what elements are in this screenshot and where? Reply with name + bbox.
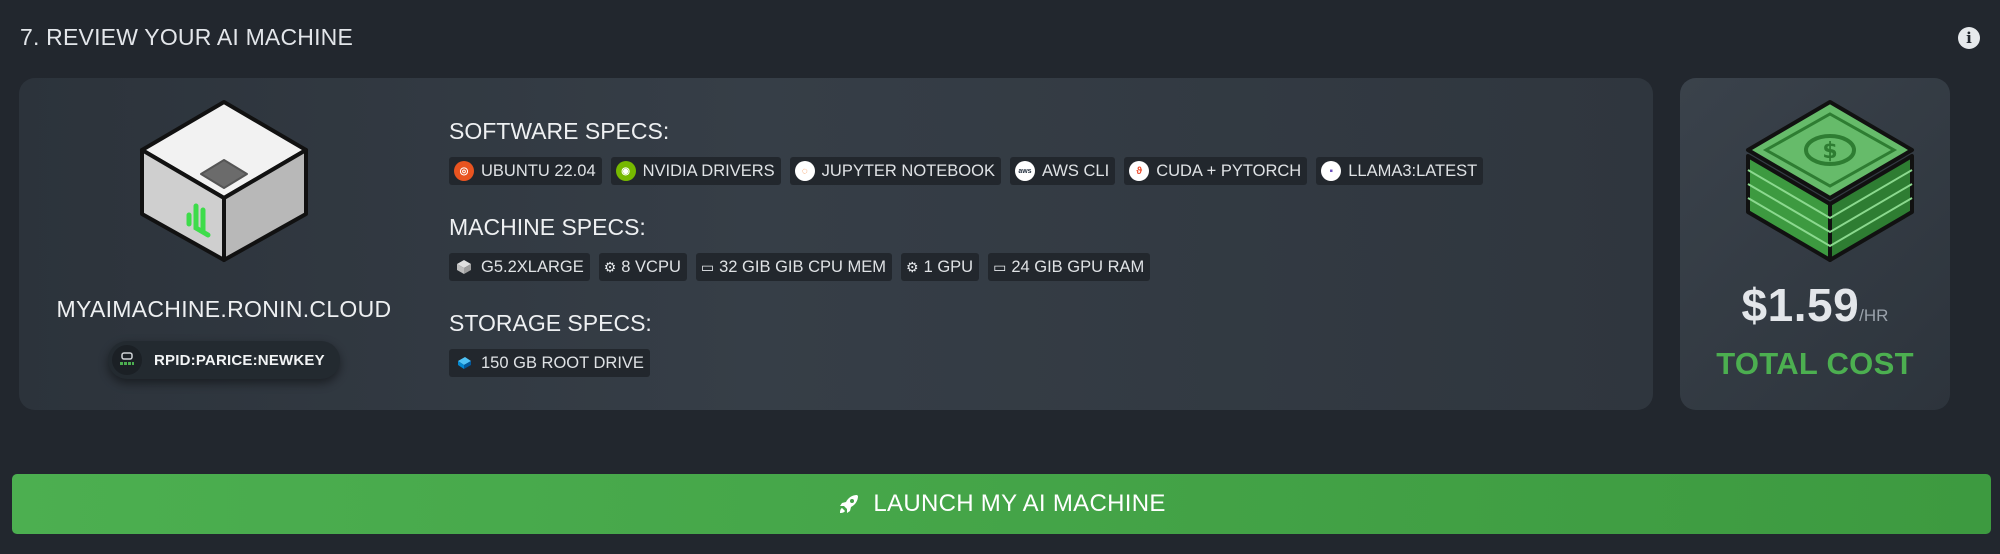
ollama-icon: ▪: [1321, 161, 1342, 181]
software-tag: aws AWS CLI: [1009, 157, 1116, 185]
ubuntu-icon: ◎: [454, 161, 474, 181]
launch-button[interactable]: LAUNCH MY AI MACHINE: [12, 474, 1991, 534]
gpu-icon: ⚙: [906, 258, 919, 275]
machine-tag: ⚙ 8 VCPU: [598, 253, 687, 281]
rocket-icon: [837, 492, 861, 516]
instance-box-icon: [454, 257, 474, 277]
key-label: RPID:PARICE:NEWKEY: [154, 351, 325, 369]
memory-icon: ▭: [993, 258, 1007, 275]
machine-specs-list: G5.2XLARGE ⚙ 8 VCPU ▭ 32 GIB GIB CPU MEM…: [449, 253, 1151, 281]
memory-icon: ▭: [700, 258, 715, 275]
nvidia-icon: ◉: [615, 161, 636, 181]
storage-specs-list: 150 GB ROOT DRIVE: [449, 349, 650, 377]
machine-tag: ▭ 24 GIB GPU RAM: [988, 253, 1151, 281]
price-amount: $1.59: [1741, 279, 1860, 331]
storage-specs-title: STORAGE SPECS:: [449, 310, 652, 336]
section-title: 7. REVIEW YOUR AI MACHINE: [20, 24, 354, 50]
machine-hostname: MYAIMACHINE.RONIN.CLOUD: [56, 296, 392, 322]
software-specs-title: SOFTWARE SPECS:: [449, 118, 670, 144]
storage-tag: 150 GB ROOT DRIVE: [449, 349, 650, 377]
software-tag: ◎ UBUNTU 22.04: [449, 157, 602, 185]
cpu-icon: ⚙: [603, 258, 617, 275]
price-display: $1.59/HR: [1680, 278, 1950, 332]
price-unit: /HR: [1859, 306, 1889, 325]
drive-icon: [454, 353, 474, 373]
money-stack-icon: $: [1746, 100, 1914, 262]
key-badge: RPID:PARICE:NEWKEY: [108, 341, 340, 379]
jupyter-icon: ◌: [794, 161, 815, 181]
machine-summary-card: MYAIMACHINE.RONIN.CLOUD RPID:PARICE:NEWK…: [19, 78, 1653, 410]
software-tag: ▪ LLAMA3:LATEST: [1316, 157, 1484, 185]
pytorch-icon: ϑ: [1129, 161, 1150, 181]
software-specs-list: ◎ UBUNTU 22.04 ◉ NVIDIA DRIVERS ◌ JUPYTE…: [449, 157, 1484, 185]
software-tag: ϑ CUDA + PYTORCH: [1124, 157, 1308, 185]
machine-specs-title: MACHINE SPECS:: [449, 214, 646, 240]
machine-tag: ▭ 32 GIB GIB CPU MEM: [695, 253, 892, 281]
machine-tag: G5.2XLARGE: [449, 253, 590, 281]
aws-icon: aws: [1014, 161, 1035, 181]
info-circle-icon[interactable]: i: [1958, 27, 1980, 49]
software-tag: ◉ NVIDIA DRIVERS: [610, 157, 781, 185]
cost-card: $ $1.59/HR TOTAL COST: [1680, 78, 1950, 410]
software-tag: ◌ JUPYTER NOTEBOOK: [789, 157, 1001, 185]
machine-cube-icon: [140, 100, 308, 262]
machine-tag: ⚙ 1 GPU: [901, 253, 980, 281]
total-cost-label: TOTAL COST: [1716, 346, 1914, 381]
launch-button-label: LAUNCH MY AI MACHINE: [873, 490, 1166, 517]
keypair-icon: [112, 345, 142, 375]
svg-text:$: $: [1822, 139, 1837, 164]
